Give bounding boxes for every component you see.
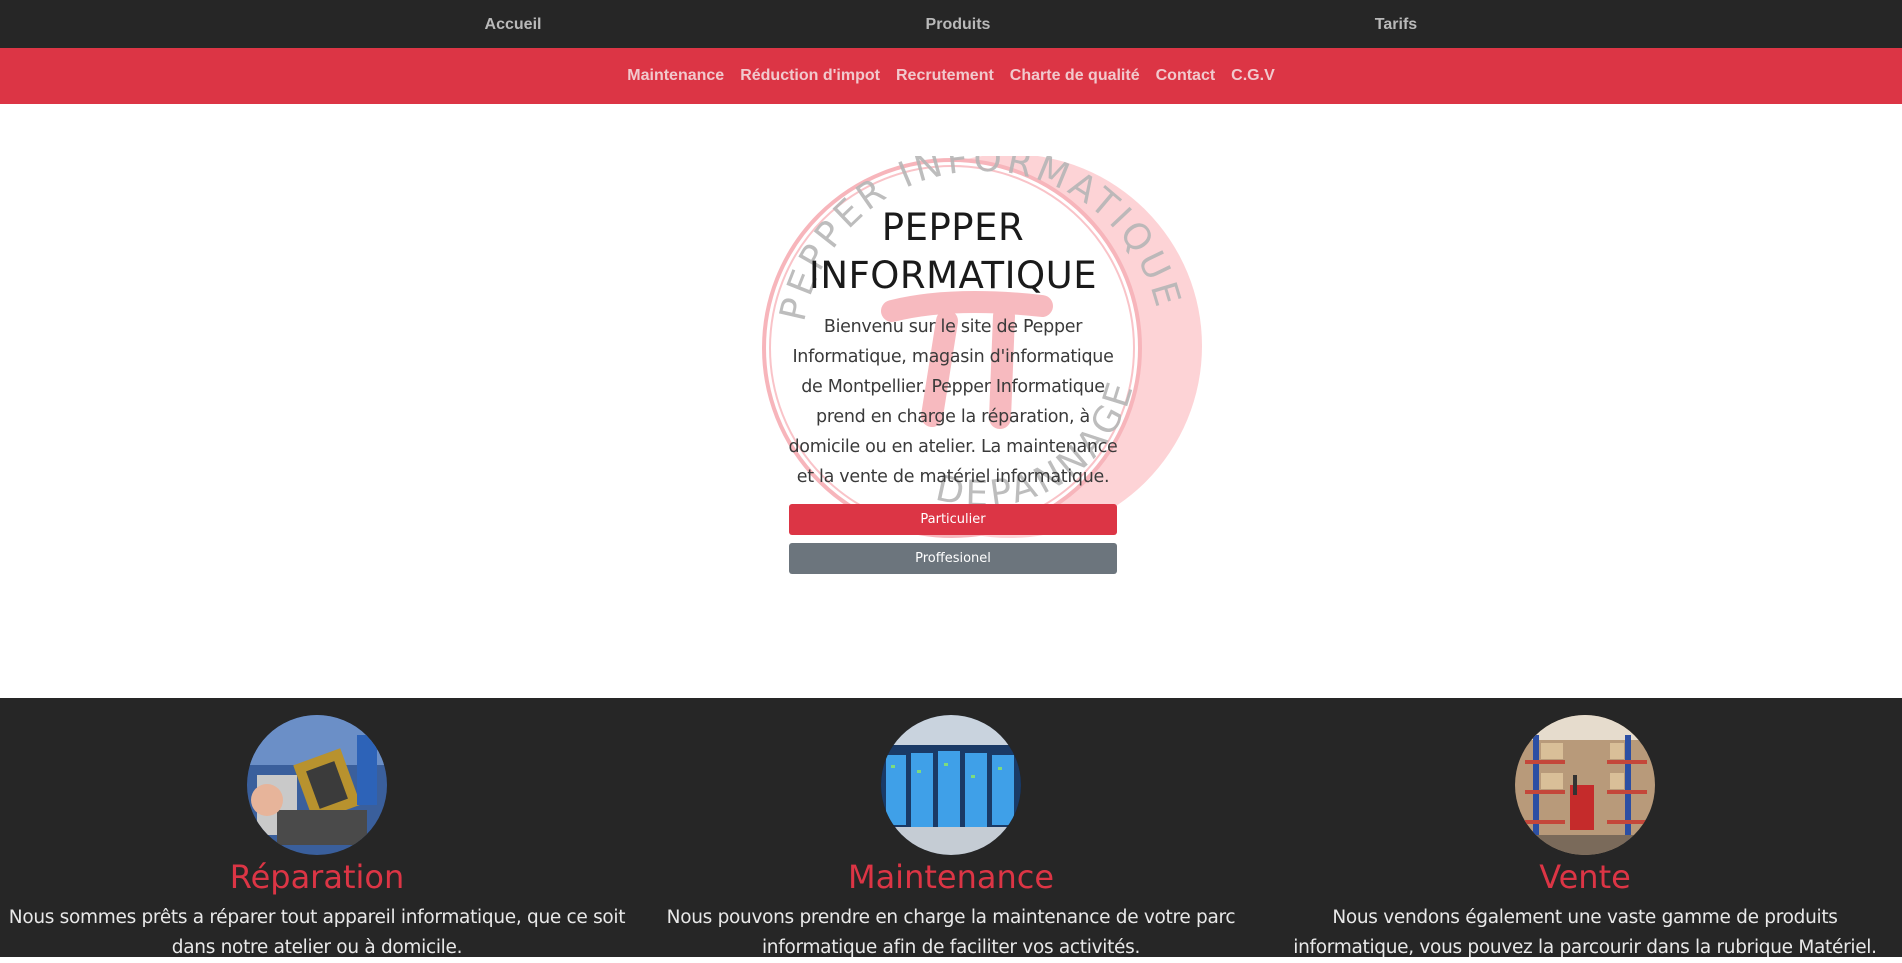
- service-reparation: Réparation Nous sommes prêts a réparer t…: [7, 715, 627, 963]
- subnav-link-contact[interactable]: Contact: [1156, 67, 1216, 85]
- services-section: Réparation Nous sommes prêts a réparer t…: [0, 698, 1902, 958]
- service-vente: Vente Nous vendons également une vaste g…: [1275, 715, 1895, 963]
- nav-link-tarifs[interactable]: Tarifs: [1375, 0, 1417, 48]
- reparation-image: [247, 715, 387, 855]
- hero-content: PEPPER INFORMATIQUE Bienvenu sur le site…: [788, 204, 1118, 574]
- reparation-title: Réparation: [229, 858, 405, 896]
- hero-section: PEPPER INFORMATIQUE DEPANNAGE PEPPER INF…: [0, 104, 1902, 698]
- subnav-link-charte-qualite[interactable]: Charte de qualité: [1010, 67, 1140, 85]
- nav-link-produits[interactable]: Produits: [926, 0, 991, 48]
- subnav-link-reduction-impot[interactable]: Réduction d'impot: [740, 67, 880, 85]
- vente-text: Nous vendons également une vaste gamme d…: [1293, 907, 1877, 958]
- vente-title: Vente: [1539, 858, 1631, 896]
- subnav-link-cgv[interactable]: C.G.V: [1231, 67, 1275, 85]
- subnav-link-maintenance[interactable]: Maintenance: [627, 67, 724, 85]
- particulier-button[interactable]: Particulier: [789, 504, 1117, 535]
- top-navbar: Accueil Produits Tarifs: [0, 0, 1902, 48]
- subnav-link-recrutement[interactable]: Recrutement: [896, 67, 994, 85]
- professionel-button[interactable]: Proffesionel: [789, 543, 1117, 574]
- nav-link-accueil[interactable]: Accueil: [485, 0, 542, 48]
- maintenance-title: Maintenance: [847, 858, 1055, 896]
- hero-description: Bienvenu sur le site de Pepper Informati…: [788, 317, 1118, 487]
- maintenance-image: [881, 715, 1021, 855]
- service-maintenance: Maintenance Nous pouvons prendre en char…: [641, 715, 1261, 963]
- vente-image: [1515, 715, 1655, 855]
- hero-title: PEPPER INFORMATIQUE: [808, 206, 1098, 297]
- maintenance-text: Nous pouvons prendre en charge la mainte…: [666, 907, 1236, 958]
- sub-navbar: Maintenance Réduction d'impot Recrutemen…: [0, 48, 1902, 104]
- reparation-text: Nous sommes prêts a réparer tout apparei…: [8, 907, 626, 958]
